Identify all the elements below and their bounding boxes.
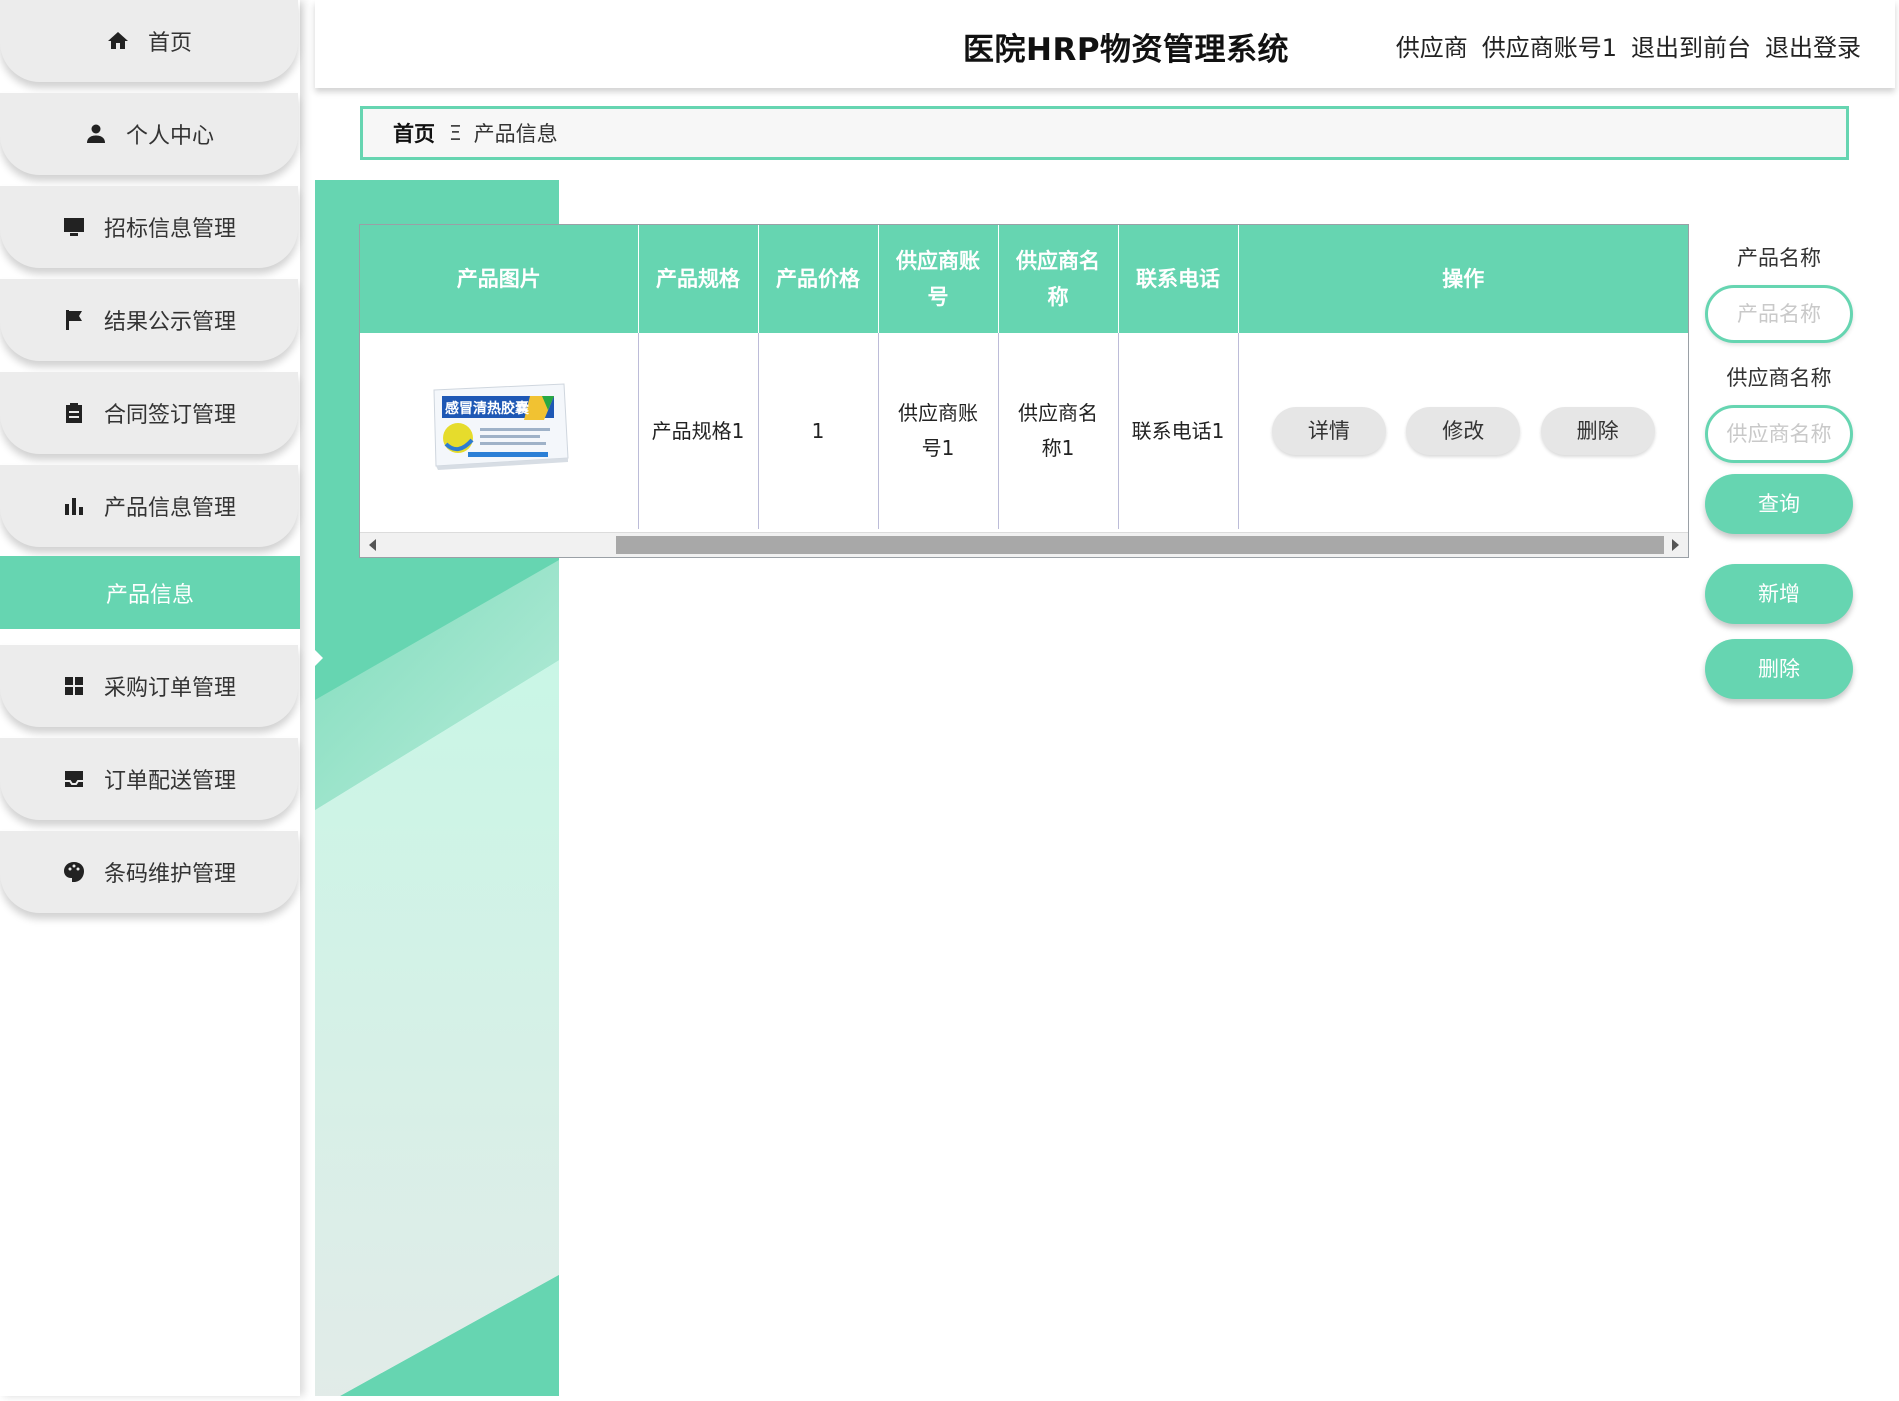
clipboard-icon bbox=[62, 401, 86, 425]
horizontal-scrollbar[interactable] bbox=[360, 532, 1688, 557]
column-header-supplier-account[interactable]: 供应商账号 bbox=[878, 225, 999, 333]
column-header-price[interactable]: 产品价格 bbox=[758, 225, 879, 333]
cell-actions: 详情 修改 删除 bbox=[1238, 333, 1688, 529]
sidebar-item-results[interactable]: 结果公示管理 bbox=[0, 279, 298, 361]
sidebar-item-bidding[interactable]: 招标信息管理 bbox=[0, 186, 298, 268]
breadcrumb-home[interactable]: 首页 bbox=[393, 118, 435, 148]
add-button[interactable]: 新增 bbox=[1705, 564, 1853, 624]
user-area: 供应商 供应商账号1 退出到前台 退出登录 bbox=[1396, 28, 1861, 63]
breadcrumb-separator-icon: Ξ bbox=[449, 121, 462, 145]
row-delete-button[interactable]: 删除 bbox=[1540, 407, 1655, 455]
breadcrumb-current: 产品信息 bbox=[473, 122, 558, 146]
table-header-row: 产品图片 产品规格 产品价格 供应商账号 供应商名称 联系电话 操作 bbox=[360, 225, 1688, 333]
person-icon bbox=[84, 122, 108, 146]
edit-button[interactable]: 修改 bbox=[1406, 407, 1521, 455]
logout-link[interactable]: 退出登录 bbox=[1765, 28, 1861, 63]
sidebar-item-label: 采购订单管理 bbox=[103, 676, 236, 701]
sidebar-item-purchase-order[interactable]: 采购订单管理 bbox=[0, 645, 298, 727]
bulk-delete-button[interactable]: 删除 bbox=[1705, 639, 1853, 699]
column-header-spec[interactable]: 产品规格 bbox=[638, 225, 759, 333]
sidebar-item-label: 结果公示管理 bbox=[103, 310, 236, 335]
sidebar-item-home[interactable]: 首页 bbox=[0, 0, 298, 82]
sidebar-subitem-product-info[interactable]: 产品信息 bbox=[0, 556, 300, 629]
product-table: 产品图片 产品规格 产品价格 供应商账号 供应商名称 联系电话 操作 感冒清热胶… bbox=[359, 224, 1689, 558]
product-name-input[interactable] bbox=[1705, 285, 1853, 343]
sidebar-item-label: 条码维护管理 bbox=[103, 862, 236, 887]
monitor-icon bbox=[62, 215, 86, 239]
supplier-name-input[interactable] bbox=[1705, 405, 1853, 463]
inbox-icon bbox=[62, 767, 86, 791]
column-header-actions: 操作 bbox=[1238, 225, 1688, 333]
grid-icon bbox=[62, 674, 86, 698]
sidebar: 首页 个人中心 招标信息管理 结果公示管理 合同签订管理 产品信息管理 产品信息… bbox=[0, 0, 300, 1396]
product-name-label: 产品名称 bbox=[1737, 246, 1821, 270]
sidebar-item-label: 招标信息管理 bbox=[103, 217, 236, 242]
app-title: 医院HRP物资管理系统 bbox=[963, 32, 1290, 68]
product-thumbnail[interactable]: 感冒清热胶囊 bbox=[428, 380, 570, 472]
home-icon bbox=[106, 29, 130, 53]
breadcrumb: 首页 Ξ 产品信息 bbox=[360, 106, 1849, 160]
cell-price: 1 bbox=[758, 333, 879, 529]
sidebar-item-label: 首页 bbox=[147, 31, 192, 56]
sidebar-subitem-label: 产品信息 bbox=[105, 582, 194, 608]
scroll-right-icon[interactable] bbox=[1672, 539, 1679, 551]
cell-supplier-account: 供应商账号1 bbox=[878, 333, 999, 529]
username: 供应商账号1 bbox=[1481, 34, 1617, 62]
cell-supplier-name: 供应商名称1 bbox=[998, 333, 1119, 529]
sidebar-item-label: 产品信息管理 bbox=[103, 496, 236, 521]
cell-spec: 产品规格1 bbox=[638, 333, 759, 529]
sidebar-item-delivery[interactable]: 订单配送管理 bbox=[0, 738, 298, 820]
sidebar-item-product[interactable]: 产品信息管理 bbox=[0, 465, 298, 547]
column-header-phone[interactable]: 联系电话 bbox=[1118, 225, 1239, 333]
product-thumbnail-label: 感冒清热胶囊 bbox=[445, 400, 530, 417]
query-button[interactable]: 查询 bbox=[1705, 474, 1853, 534]
sidebar-item-personal-center[interactable]: 个人中心 bbox=[0, 93, 298, 175]
back-to-frontend-link[interactable]: 退出到前台 bbox=[1631, 28, 1751, 63]
palette-icon bbox=[62, 860, 86, 884]
bar-chart-icon bbox=[62, 494, 86, 518]
cell-phone: 联系电话1 bbox=[1118, 333, 1239, 529]
user-role: 供应商 bbox=[1395, 34, 1468, 62]
sidebar-item-label: 订单配送管理 bbox=[103, 769, 236, 794]
table-row: 感冒清热胶囊 产品规格1 1 供应商账号1 供应商名称1 联系电话1 详情 修改… bbox=[360, 333, 1688, 529]
product-grid: 产品图片 产品规格 产品价格 供应商账号 供应商名称 联系电话 操作 感冒清热胶… bbox=[360, 225, 1688, 529]
supplier-name-label: 供应商名称 bbox=[1726, 366, 1832, 390]
column-header-supplier-name[interactable]: 供应商名称 bbox=[998, 225, 1119, 333]
flag-icon bbox=[62, 308, 86, 332]
sidebar-item-label: 合同签订管理 bbox=[103, 403, 236, 428]
sidebar-item-contract[interactable]: 合同签订管理 bbox=[0, 372, 298, 454]
sidebar-item-label: 个人中心 bbox=[125, 124, 214, 149]
scrollbar-thumb[interactable] bbox=[616, 536, 1664, 554]
column-header-image[interactable]: 产品图片 bbox=[360, 225, 639, 333]
cell-product-image: 感冒清热胶囊 bbox=[360, 333, 639, 529]
sidebar-item-barcode[interactable]: 条码维护管理 bbox=[0, 831, 298, 913]
details-button[interactable]: 详情 bbox=[1271, 407, 1386, 455]
scroll-left-icon[interactable] bbox=[369, 539, 376, 551]
app-root: 首页 个人中心 招标信息管理 结果公示管理 合同签订管理 产品信息管理 产品信息… bbox=[0, 0, 1899, 1401]
